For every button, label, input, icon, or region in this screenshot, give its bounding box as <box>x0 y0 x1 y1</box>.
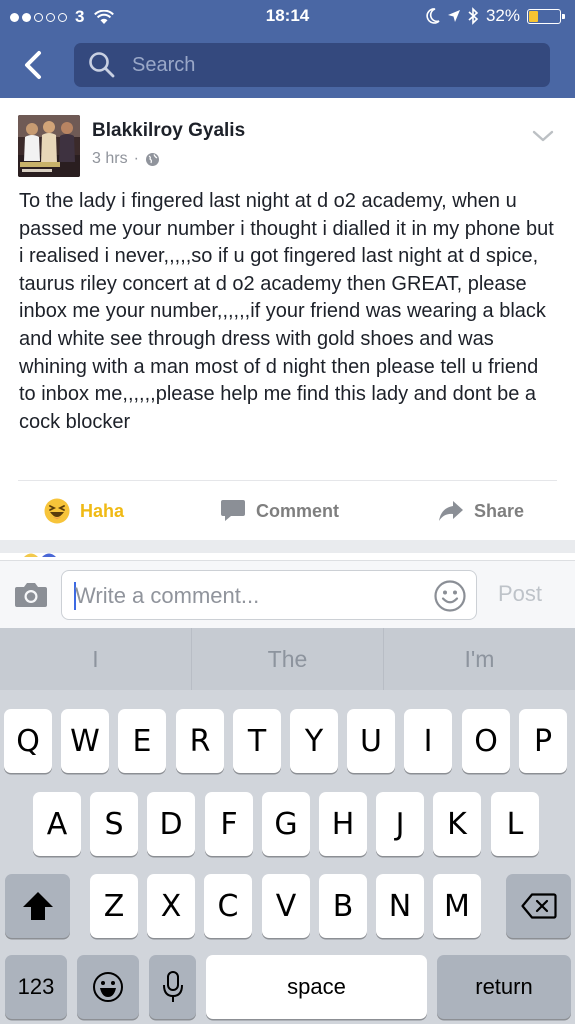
space-key[interactable]: space <box>206 955 427 1019</box>
search-input[interactable] <box>132 53 512 77</box>
key-w[interactable]: W <box>61 709 109 773</box>
camera-icon[interactable] <box>14 581 48 609</box>
haha-reaction-button[interactable]: Haha <box>44 481 124 541</box>
key-t[interactable]: T <box>233 709 281 773</box>
post-actions: Haha Comment Share <box>18 480 557 540</box>
key-d[interactable]: D <box>147 792 195 856</box>
emoji-key[interactable] <box>77 955 139 1019</box>
battery-fill <box>529 10 538 22</box>
chevron-down-icon[interactable] <box>531 128 555 144</box>
key-n[interactable]: N <box>376 874 424 938</box>
comment-button[interactable]: Comment <box>220 481 339 541</box>
delete-key[interactable] <box>506 874 571 938</box>
key-i[interactable]: I <box>404 709 452 773</box>
globe-icon <box>145 152 159 166</box>
key-c[interactable]: C <box>204 874 252 938</box>
comment-label: Comment <box>256 500 340 521</box>
share-button[interactable]: Share <box>438 481 524 541</box>
author-name[interactable]: Blakkilroy Gyalis <box>92 120 245 142</box>
ios-keyboard: I The I'm QWERTYUIOPASDFGHJKLZXCVBNM 123… <box>0 628 575 1024</box>
profile-avatar[interactable] <box>18 115 80 177</box>
top-bar: 3 18:14 32% <box>0 0 575 98</box>
microphone-icon <box>162 971 183 1002</box>
key-x[interactable]: X <box>147 874 195 938</box>
key-s[interactable]: S <box>90 792 138 856</box>
key-a[interactable]: A <box>33 792 81 856</box>
comment-input[interactable] <box>75 581 425 611</box>
reactions-peek <box>24 553 56 557</box>
status-bar: 3 18:14 32% <box>0 0 575 34</box>
numbers-key[interactable]: 123 <box>5 955 67 1019</box>
key-u[interactable]: U <box>347 709 395 773</box>
key-z[interactable]: Z <box>90 874 138 938</box>
key-f[interactable]: F <box>205 792 253 856</box>
key-k[interactable]: K <box>433 792 481 856</box>
key-b[interactable]: B <box>319 874 367 938</box>
backspace-icon <box>520 893 557 919</box>
key-h[interactable]: H <box>319 792 367 856</box>
share-arrow-icon <box>439 501 463 521</box>
haha-emoji-icon <box>44 498 70 524</box>
post-comment-button[interactable]: Post <box>498 581 542 607</box>
battery-percent: 32% <box>485 6 520 25</box>
comment-composer: Post <box>0 560 575 628</box>
haha-label: Haha <box>80 500 125 521</box>
post-card: Blakkilroy Gyalis 3 hrs · To the lady i … <box>0 98 575 553</box>
feed-divider <box>0 540 575 553</box>
key-y[interactable]: Y <box>290 709 338 773</box>
predictive-bar: I The I'm <box>0 628 575 690</box>
key-o[interactable]: O <box>462 709 510 773</box>
return-key[interactable]: return <box>437 955 571 1019</box>
emoji-smiley-icon[interactable] <box>434 580 466 612</box>
moon-icon <box>426 8 440 24</box>
key-j[interactable]: J <box>376 792 424 856</box>
shift-arrow-icon <box>22 892 53 920</box>
battery-icon <box>527 8 565 24</box>
post-meta: 3 hrs · <box>92 150 160 168</box>
back-chevron-icon[interactable] <box>18 49 50 81</box>
key-l[interactable]: L <box>491 792 539 856</box>
post-body: To the lady i fingered last night at d o… <box>19 190 554 433</box>
key-r[interactable]: R <box>176 709 224 773</box>
dictation-key[interactable] <box>149 955 196 1019</box>
comment-input-box[interactable] <box>61 570 477 620</box>
search-icon <box>89 52 115 78</box>
search-bar[interactable] <box>74 43 550 87</box>
location-arrow-icon <box>447 10 460 22</box>
key-p[interactable]: P <box>519 709 567 773</box>
status-right: 32% <box>426 6 565 26</box>
comment-bubble-icon <box>221 500 245 521</box>
key-g[interactable]: G <box>262 792 310 856</box>
shift-key[interactable] <box>5 874 70 938</box>
suggestion-2[interactable]: The <box>192 628 384 690</box>
nav-row <box>0 43 575 87</box>
key-v[interactable]: V <box>262 874 310 938</box>
meta-separator: · <box>133 150 139 167</box>
suggestion-3[interactable]: I'm <box>384 628 575 690</box>
share-label: Share <box>474 500 525 521</box>
suggestion-1[interactable]: I <box>0 628 192 690</box>
post-time: 3 hrs <box>92 150 128 167</box>
emoji-face-icon <box>93 972 123 1002</box>
bluetooth-icon <box>468 7 479 25</box>
key-q[interactable]: Q <box>4 709 52 773</box>
key-e[interactable]: E <box>118 709 166 773</box>
key-m[interactable]: M <box>433 874 481 938</box>
